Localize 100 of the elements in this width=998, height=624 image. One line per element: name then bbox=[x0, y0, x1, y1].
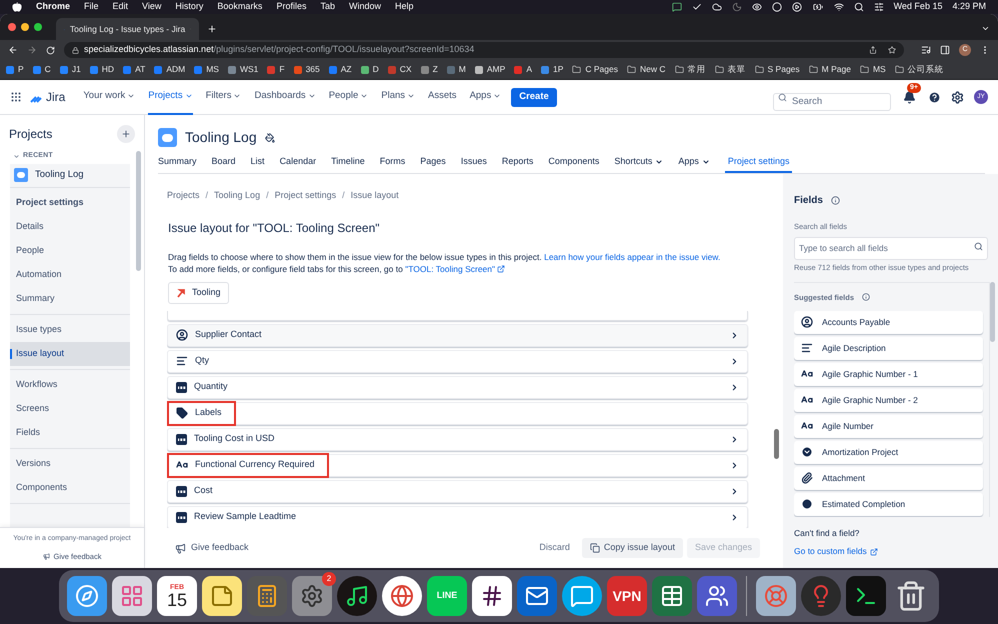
bookmark-item[interactable]: M Page bbox=[808, 63, 851, 76]
field-row[interactable]: Labels bbox=[167, 402, 748, 424]
side-panel-icon[interactable] bbox=[940, 45, 950, 55]
bookmark-item[interactable]: MS bbox=[860, 63, 886, 76]
menu-item[interactable]: Tab bbox=[320, 0, 335, 14]
sidebar-item[interactable]: Versions bbox=[10, 452, 130, 476]
discard-button[interactable]: Discard bbox=[531, 538, 578, 558]
menu-item[interactable]: Edit bbox=[112, 0, 128, 14]
suggested-field[interactable]: Agile Graphic Number - 2 bbox=[794, 388, 983, 412]
status-cloud-icon[interactable] bbox=[712, 2, 722, 12]
launchpad-app-icon[interactable] bbox=[112, 576, 152, 616]
control-center-icon[interactable] bbox=[874, 2, 884, 12]
bookmark-item[interactable]: New C bbox=[627, 63, 666, 76]
info-icon[interactable] bbox=[830, 196, 840, 205]
sidebar-item[interactable]: Details bbox=[10, 214, 130, 238]
status-play-icon[interactable] bbox=[792, 2, 802, 12]
project-tab[interactable]: Timeline bbox=[331, 153, 365, 173]
paint-bucket-icon[interactable] bbox=[264, 132, 275, 142]
chevron-right-icon[interactable] bbox=[730, 382, 739, 392]
music-app-icon[interactable] bbox=[337, 576, 377, 616]
suggested-field[interactable]: Amortization Project bbox=[794, 440, 983, 464]
sidebar-item[interactable]: Issue types bbox=[10, 318, 130, 342]
project-tab[interactable]: Components bbox=[548, 153, 600, 173]
bookmark-item[interactable]: S Pages bbox=[754, 63, 800, 76]
wifi-icon[interactable] bbox=[834, 2, 844, 12]
sidebar-item[interactable]: Summary bbox=[10, 286, 130, 310]
suggested-field[interactable]: Agile Description bbox=[794, 336, 983, 360]
chevron-right-icon[interactable] bbox=[730, 356, 739, 366]
bookmark-item[interactable]: Z bbox=[420, 63, 438, 76]
nav-menu-item[interactable]: Your work bbox=[83, 80, 136, 114]
address-bar[interactable]: specializedbicycles.atlassian.net/plugins/servlet/project-config/TOOL/issuelayout?screenId=10634 bbox=[64, 42, 904, 58]
field-row[interactable]: Supplier Contact bbox=[167, 324, 748, 346]
bookmark-item[interactable]: CX bbox=[388, 63, 412, 76]
suggested-field[interactable]: Agile Graphic Number - 1 bbox=[794, 362, 983, 386]
info-icon[interactable] bbox=[862, 293, 870, 302]
call-app-icon[interactable] bbox=[562, 576, 602, 616]
breadcrumb-link[interactable]: Project settings bbox=[274, 189, 336, 202]
finder-app-icon[interactable] bbox=[67, 576, 107, 616]
add-project-button[interactable] bbox=[117, 125, 135, 143]
scrollbar-thumb[interactable] bbox=[990, 282, 995, 342]
breadcrumb-link[interactable]: Projects bbox=[167, 189, 200, 202]
bookmark-item[interactable]: MS bbox=[194, 63, 219, 76]
notes-app-icon[interactable] bbox=[202, 576, 242, 616]
bookmark-item[interactable]: 365 bbox=[294, 63, 320, 76]
bookmark-item[interactable]: WS1 bbox=[228, 63, 258, 76]
lifebuoy-app-icon[interactable] bbox=[756, 576, 796, 616]
search-field[interactable]: Type to search all fields bbox=[794, 236, 988, 260]
menu-time[interactable]: 4:29 PM bbox=[952, 0, 986, 14]
field-row[interactable]: Cost bbox=[167, 480, 748, 502]
learn-more-link[interactable]: Learn how your fields appear in the issue view. bbox=[544, 252, 720, 262]
bookmark-item[interactable]: ADM bbox=[154, 63, 186, 76]
status-check-icon[interactable] bbox=[692, 2, 702, 12]
sidebar-item[interactable]: Screens bbox=[10, 396, 130, 420]
nav-menu-item[interactable]: Apps bbox=[470, 80, 502, 114]
help-icon[interactable] bbox=[928, 90, 941, 104]
breadcrumb-link[interactable]: Tooling Log bbox=[214, 189, 260, 202]
project-tab[interactable]: Pages bbox=[420, 153, 446, 173]
bookmark-item[interactable]: HD bbox=[90, 63, 114, 76]
bookmark-item[interactable]: P bbox=[6, 63, 24, 76]
menu-item[interactable]: Help bbox=[394, 0, 414, 14]
menu-item[interactable]: Profiles bbox=[276, 0, 306, 14]
bookmark-item[interactable]: C bbox=[32, 63, 51, 76]
mail-app-icon[interactable] bbox=[517, 576, 557, 616]
suggested-field[interactable]: Agile Number bbox=[794, 414, 983, 438]
nav-menu-item[interactable]: Filters bbox=[206, 80, 242, 114]
apple-icon[interactable] bbox=[12, 2, 22, 12]
nav-menu-item[interactable]: Assets bbox=[428, 80, 457, 114]
slack-app-icon[interactable] bbox=[472, 576, 512, 616]
create-button[interactable]: Create bbox=[511, 88, 557, 106]
project-tab[interactable]: Apps bbox=[678, 153, 710, 173]
chevron-down-icon[interactable] bbox=[13, 152, 20, 160]
chevron-right-icon[interactable] bbox=[730, 486, 739, 496]
browser-app-icon[interactable] bbox=[382, 576, 422, 616]
project-tab[interactable]: Project settings bbox=[724, 153, 792, 173]
media-control-icon[interactable] bbox=[921, 45, 931, 55]
teams-app-icon[interactable] bbox=[697, 576, 737, 616]
status-moon-icon[interactable] bbox=[732, 2, 742, 12]
spreadsheet-app-icon[interactable] bbox=[652, 576, 692, 616]
sidebar-item[interactable]: Components bbox=[10, 476, 130, 500]
bookmark-item[interactable]: F bbox=[267, 63, 285, 76]
back-icon[interactable] bbox=[8, 45, 18, 55]
breadcrumb-link[interactable]: Issue layout bbox=[350, 189, 399, 202]
field-row[interactable]: Qty bbox=[167, 350, 748, 372]
nav-menu-item[interactable]: Dashboards bbox=[254, 80, 316, 114]
bookmark-item[interactable]: 常用 bbox=[674, 63, 706, 76]
nav-menu-item[interactable]: Plans bbox=[381, 80, 416, 114]
menu-item[interactable]: File bbox=[84, 0, 99, 14]
browser-tab[interactable]: Tooling Log - Issue types - Jira bbox=[56, 18, 199, 40]
sidebar-item[interactable]: People bbox=[10, 238, 130, 262]
settings-icon[interactable] bbox=[951, 90, 964, 104]
status-eye-icon[interactable] bbox=[752, 2, 762, 12]
forward-icon[interactable] bbox=[27, 45, 37, 55]
lightbulb-app-icon[interactable] bbox=[801, 576, 841, 616]
custom-fields-link[interactable]: Go to custom fields bbox=[794, 545, 988, 558]
terminal-app-icon[interactable] bbox=[846, 576, 886, 616]
bookmark-item[interactable]: C Pages bbox=[572, 63, 618, 76]
battery-icon[interactable] bbox=[812, 2, 824, 12]
copy-layout-button[interactable]: Copy issue layout bbox=[582, 538, 683, 558]
project-tab[interactable]: Shortcuts bbox=[614, 153, 664, 173]
suggested-field[interactable]: Estimated Completion bbox=[794, 492, 983, 516]
